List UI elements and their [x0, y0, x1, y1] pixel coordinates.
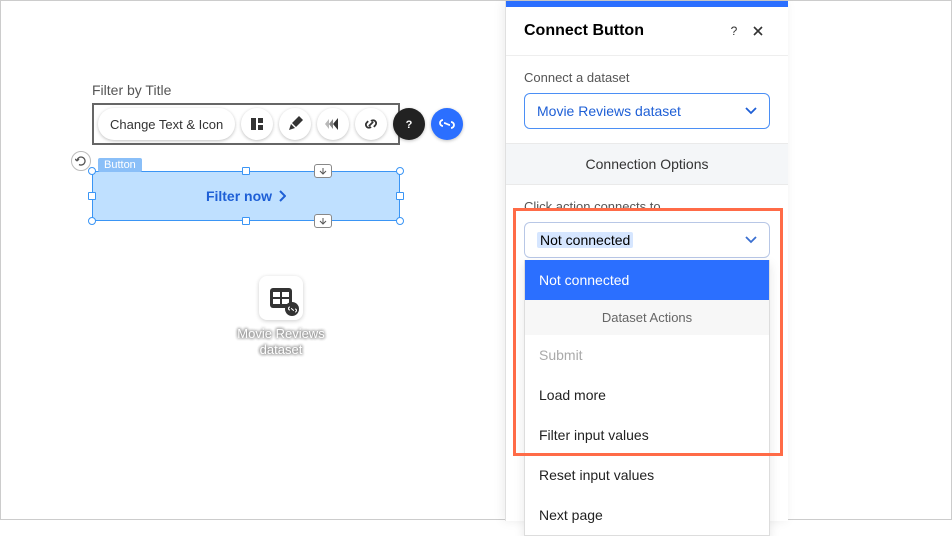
connect-dataset-section: Connect a dataset Movie Reviews dataset — [506, 56, 788, 143]
menu-item-next-page[interactable]: Next page — [525, 495, 769, 535]
resize-handle[interactable] — [88, 192, 96, 200]
connect-dataset-dropdown[interactable]: Movie Reviews dataset — [524, 93, 770, 129]
resize-handle[interactable] — [396, 192, 404, 200]
button-element-selected[interactable]: Button Filter now — [92, 171, 400, 221]
resize-handle[interactable] — [242, 167, 250, 175]
connect-data-icon[interactable] — [431, 108, 463, 140]
layout-icon[interactable] — [241, 108, 273, 140]
menu-section-header: Dataset Actions — [525, 300, 769, 335]
click-action-label: Click action connects to — [524, 199, 770, 214]
connect-dataset-value: Movie Reviews dataset — [537, 103, 681, 119]
svg-text:?: ? — [406, 119, 413, 131]
menu-item-filter-input[interactable]: Filter input values — [525, 415, 769, 455]
resize-handle[interactable] — [396, 167, 404, 175]
click-action-value: Not connected — [537, 232, 633, 248]
menu-item-reset-input[interactable]: Reset input values — [525, 455, 769, 495]
design-icon[interactable] — [279, 108, 311, 140]
click-action-section: Click action connects to Not connected N… — [506, 185, 788, 258]
button-content: Filter now — [93, 172, 399, 220]
panel-title: Connect Button — [524, 22, 722, 40]
button-label: Filter now — [206, 188, 272, 204]
spacing-handle-top[interactable] — [314, 164, 332, 178]
editor-canvas: Filter by Title Change Text & Icon ? But… — [1, 1, 951, 519]
dataset-name-label: Movie Reviews dataset — [226, 326, 336, 357]
dataset-node[interactable]: Movie Reviews dataset — [226, 276, 336, 357]
change-text-icon-button[interactable]: Change Text & Icon — [98, 108, 235, 140]
click-action-menu: Not connected Dataset Actions Submit Loa… — [524, 260, 770, 536]
click-action-dropdown[interactable]: Not connected — [524, 222, 770, 258]
panel-help-icon[interactable]: ? — [722, 19, 746, 43]
dataset-icon — [259, 276, 303, 320]
help-icon[interactable]: ? — [393, 108, 425, 140]
filter-by-title-label: Filter by Title — [92, 82, 171, 98]
panel-header: Connect Button ? — [506, 7, 788, 56]
element-toolbar: Change Text & Icon ? — [98, 108, 463, 140]
element-type-chip: Button — [98, 158, 142, 172]
chevron-down-icon — [745, 236, 757, 244]
chevron-down-icon — [745, 107, 757, 115]
link-icon[interactable] — [355, 108, 387, 140]
resize-handle[interactable] — [88, 167, 96, 175]
close-icon[interactable] — [746, 19, 770, 43]
spacing-handle-bottom[interactable] — [314, 214, 332, 228]
connect-badge-icon — [285, 302, 299, 316]
menu-item-not-connected[interactable]: Not connected — [525, 260, 769, 300]
connect-button-panel: Connect Button ? Connect a dataset Movie… — [505, 1, 788, 521]
resize-handle[interactable] — [396, 217, 404, 225]
resize-handle[interactable] — [88, 217, 96, 225]
animation-icon[interactable] — [317, 108, 349, 140]
svg-text:?: ? — [731, 24, 738, 38]
menu-item-load-more[interactable]: Load more — [525, 375, 769, 415]
connect-dataset-label: Connect a dataset — [524, 70, 770, 85]
resize-handle[interactable] — [242, 217, 250, 225]
chevron-right-icon — [278, 190, 286, 202]
menu-item-submit: Submit — [525, 335, 769, 375]
connection-options-header: Connection Options — [506, 143, 788, 185]
